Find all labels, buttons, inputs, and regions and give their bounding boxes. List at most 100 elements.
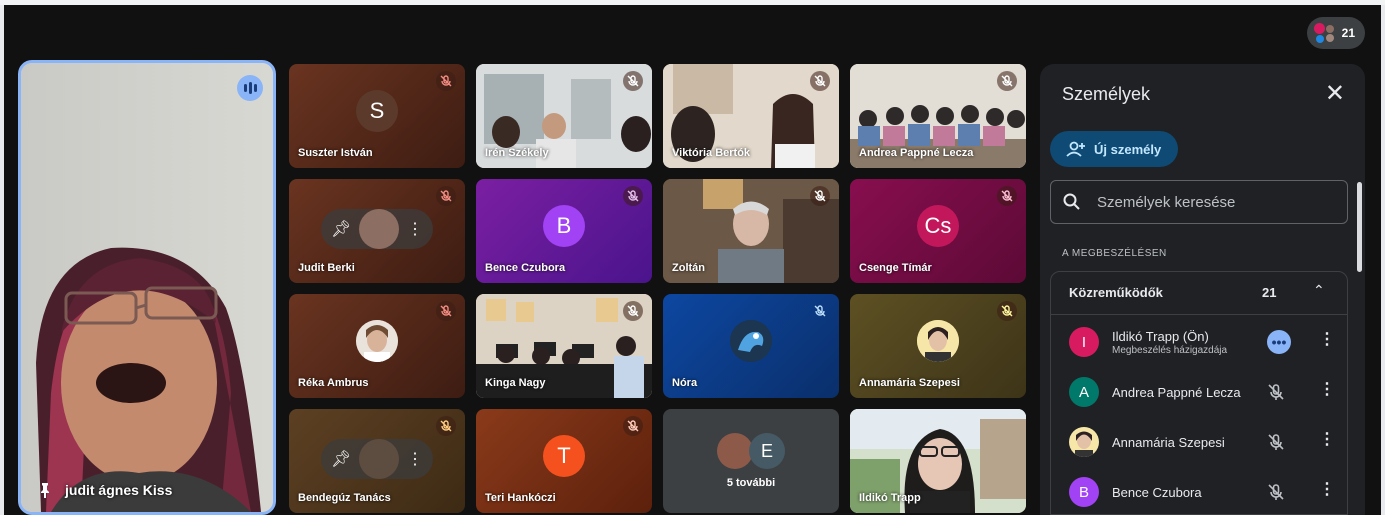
person-name: Andrea Pappné Lecza — [1112, 384, 1241, 400]
muted-mic-icon — [997, 71, 1017, 91]
participant-tile[interactable]: Viktória Bertók — [663, 64, 839, 168]
muted-mic-icon — [436, 186, 456, 206]
person-avatar: A — [1069, 377, 1099, 407]
participant-avatar — [717, 433, 753, 469]
more-options-icon[interactable]: ⋮ — [1319, 332, 1335, 348]
more-icon[interactable]: ••• — [1267, 330, 1291, 354]
person-row[interactable]: A Andrea Pappné Lecza ⋮ — [1069, 374, 1339, 410]
panel-title: Személyek — [1062, 84, 1151, 104]
tile-hover-controls: 📌︎ ⋮ — [321, 439, 433, 479]
chevron-up-icon[interactable]: ⌃ — [1313, 282, 1325, 299]
person-avatar: I — [1069, 327, 1099, 357]
muted-mic-icon — [810, 301, 830, 321]
more-options-icon[interactable]: ⋮ — [407, 219, 423, 239]
participant-tile[interactable]: Ildikó Trapp — [850, 409, 1026, 513]
participant-tile[interactable]: T Teri Hankóczi — [476, 409, 652, 513]
participant-avatar: B — [543, 205, 585, 247]
pin-icon[interactable]: 📌︎ — [331, 219, 351, 239]
participant-avatar: Cs — [917, 205, 959, 247]
participant-tile[interactable]: Zoltán — [663, 179, 839, 283]
participant-name: Annamária Szepesi — [859, 377, 960, 389]
muted-mic-icon — [997, 301, 1017, 321]
participant-avatar — [359, 209, 400, 249]
participant-avatar: T — [543, 435, 585, 477]
muted-mic-icon — [436, 301, 456, 321]
participant-name: Suszter István — [298, 147, 373, 159]
pin-icon[interactable]: 📌︎ — [331, 449, 351, 469]
search-icon — [1063, 193, 1080, 210]
participant-tile[interactable]: Annamária Szepesi — [850, 294, 1026, 398]
participant-name: Zoltán — [672, 262, 705, 274]
participant-tile[interactable]: 📌︎ ⋮ Bendegúz Tanács — [289, 409, 465, 513]
muted-mic-icon — [1268, 384, 1284, 400]
participant-name: Viktória Bertók — [672, 147, 751, 159]
muted-mic-icon — [997, 186, 1017, 206]
participant-name: Bence Czubora — [485, 262, 566, 274]
speaking-indicator-icon — [237, 75, 263, 101]
participant-name: Irén Székely — [485, 147, 549, 159]
people-search[interactable] — [1050, 180, 1348, 224]
participant-name: Ildikó Trapp — [859, 492, 921, 504]
add-person-icon — [1066, 141, 1085, 157]
participant-tile[interactable]: Cs Csenge Tímár — [850, 179, 1026, 283]
participant-avatar — [359, 439, 400, 479]
participant-tile[interactable]: S Suszter István — [289, 64, 465, 168]
scrollbar[interactable] — [1357, 182, 1362, 272]
group-count: 21 — [1262, 285, 1277, 300]
participant-name: Teri Hankóczi — [485, 492, 556, 504]
muted-mic-icon — [1268, 434, 1284, 450]
participant-tile[interactable]: Nóra — [663, 294, 839, 398]
muted-mic-icon — [623, 416, 643, 436]
divider — [1051, 314, 1347, 315]
participant-tile[interactable]: 📌︎ ⋮ Judit Berki — [289, 179, 465, 283]
search-input[interactable] — [1095, 192, 1329, 212]
muted-mic-icon — [1268, 484, 1284, 500]
window-right-edge — [1381, 5, 1385, 515]
muted-mic-icon — [436, 416, 456, 436]
participant-name: Bendegúz Tanács — [298, 492, 391, 504]
participant-tile[interactable]: Irén Székely — [476, 64, 652, 168]
muted-mic-icon — [436, 71, 456, 91]
more-participants-tile[interactable]: E 5 további — [663, 409, 839, 513]
more-participants-label: 5 további — [726, 477, 776, 489]
main-speaker-tile[interactable]: judit ágnes Kiss — [18, 60, 276, 515]
close-icon[interactable]: ✕ — [1325, 82, 1345, 106]
person-avatar: B — [1069, 477, 1099, 507]
main-speaker-label: judit ágnes Kiss — [39, 482, 172, 498]
person-name: Ildikó Trapp (Ön) — [1112, 328, 1209, 344]
participant-count-button[interactable]: 21 — [1307, 17, 1365, 49]
participant-tile[interactable]: Kinga Nagy — [476, 294, 652, 398]
participant-avatar: S — [356, 90, 398, 132]
participant-name: Réka Ambrus — [298, 377, 369, 389]
add-person-label: Új személy — [1094, 141, 1162, 157]
person-row[interactable]: I Ildikó Trapp (Ön) Megbeszélés házigazd… — [1069, 324, 1339, 360]
participant-name: Judit Berki — [298, 262, 355, 274]
participant-tile[interactable]: B Bence Czubora — [476, 179, 652, 283]
person-row[interactable]: Annamária Szepesi ⋮ — [1069, 424, 1339, 460]
more-options-icon[interactable]: ⋮ — [1319, 432, 1335, 448]
person-role: Megbeszélés házigazdája — [1112, 344, 1228, 356]
more-options-icon[interactable]: ⋮ — [1319, 482, 1335, 498]
muted-mic-icon — [810, 71, 830, 91]
more-options-icon[interactable]: ⋮ — [407, 449, 423, 469]
pin-icon — [41, 483, 49, 498]
muted-mic-icon — [810, 186, 830, 206]
participant-tile[interactable]: Andrea Pappné Lecza — [850, 64, 1026, 168]
speaker-video — [21, 63, 273, 512]
participant-name: Kinga Nagy — [485, 377, 546, 389]
person-row[interactable]: B Bence Czubora ⋮ — [1069, 474, 1339, 510]
muted-mic-icon — [623, 186, 643, 206]
person-name: Bence Czubora — [1112, 484, 1202, 500]
add-person-button[interactable]: Új személy — [1050, 131, 1178, 167]
main-speaker-name: judit ágnes Kiss — [65, 482, 173, 498]
person-avatar — [1069, 427, 1099, 457]
participant-avatar — [730, 320, 772, 362]
participant-avatar: E — [749, 433, 785, 469]
person-name: Annamária Szepesi — [1112, 434, 1225, 450]
participant-tile[interactable]: Réka Ambrus — [289, 294, 465, 398]
participant-name: Andrea Pappné Lecza — [859, 147, 974, 159]
muted-mic-icon — [623, 71, 643, 91]
group-label[interactable]: Közreműködők — [1069, 285, 1163, 300]
more-options-icon[interactable]: ⋮ — [1319, 382, 1335, 398]
participant-avatar — [356, 320, 398, 362]
